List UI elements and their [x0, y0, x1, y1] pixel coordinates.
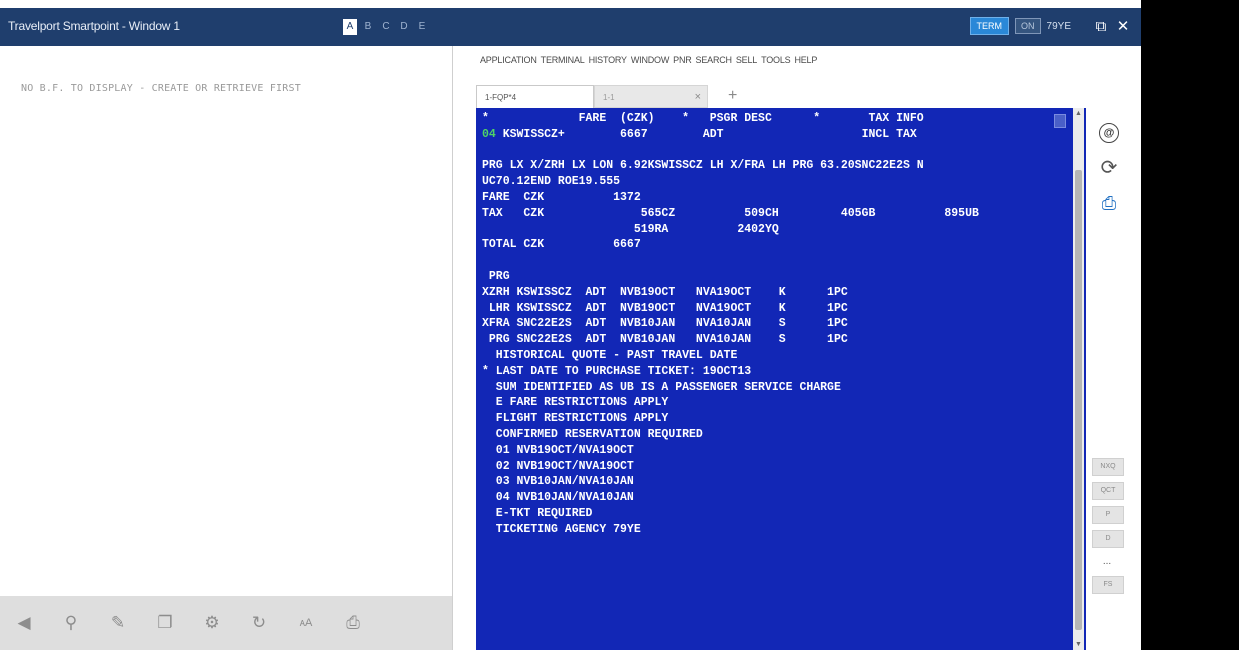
print-icon[interactable]: ⎙	[343, 613, 363, 633]
refresh-icon[interactable]: ↻	[249, 613, 269, 633]
window-title: Travelport Smartpoint - Window 1	[8, 19, 180, 33]
empty-booking-message: NO B.F. TO DISPLAY - CREATE OR RETRIEVE …	[21, 83, 301, 94]
print-icon[interactable]: ⎙	[1102, 193, 1116, 213]
send-icon[interactable]: ◀	[14, 613, 34, 633]
search-icon[interactable]: ⚲	[61, 613, 81, 633]
mode-dropdown[interactable]: TERM	[969, 17, 1010, 35]
terminal-line: * FARE (CZK) * PSGR DESC * TAX INFO	[482, 112, 924, 125]
workspace-tab-c[interactable]: C	[379, 19, 393, 35]
pencil-icon[interactable]: ✎	[108, 613, 128, 633]
terminal-line: FLIGHT RESTRICTIONS APPLY	[482, 412, 669, 426]
terminal-line: TICKETING AGENCY 79YE	[482, 522, 641, 536]
quick-button-qct[interactable]: QCT	[1092, 482, 1124, 500]
smartpoint-window: Travelport Smartpoint - Window 1 A B C D…	[0, 0, 1141, 650]
terminal-line: PRG LX X/ZRH LX LON 6.92KSWISSCZ LH X/FR…	[482, 159, 924, 173]
terminal-screen[interactable]: * FARE (CZK) * PSGR DESC * TAX INFO 04 KS…	[476, 108, 1086, 650]
at-sign-icon[interactable]: @	[1099, 123, 1119, 143]
menu-help[interactable]: HELP	[794, 55, 817, 65]
terminal-line: FARE CZK 1372	[482, 190, 641, 204]
title-bar: Travelport Smartpoint - Window 1 A B C D…	[0, 8, 1141, 46]
terminal-line: 04 NVB10JAN/NVA10JAN	[482, 491, 634, 505]
terminal-options-icon[interactable]	[1054, 114, 1066, 128]
workspace-tab-d[interactable]: D	[397, 19, 411, 35]
menu-history[interactable]: HISTORY	[589, 55, 627, 65]
terminal-line: UC70.12END ROE19.555	[482, 175, 621, 189]
terminal-line: E-TKT REQUIRED	[482, 506, 593, 520]
restore-window-icon[interactable]: ⧉	[1093, 18, 1109, 35]
quick-button-nxq[interactable]: NXQ	[1092, 458, 1124, 476]
terminal-line: 02 NVB19OCT/NVA19OCT	[482, 459, 634, 473]
quick-button-p[interactable]: P	[1092, 506, 1124, 524]
close-tab-icon[interactable]: ×	[695, 86, 701, 109]
scroll-up-icon[interactable]: ▲	[1073, 110, 1084, 117]
terminal-tab-2-label: 1-1	[603, 93, 615, 102]
mode-toggle[interactable]: ON	[1015, 18, 1041, 34]
booking-file-panel: NO B.F. TO DISPLAY - CREATE OR RETRIEVE …	[0, 46, 453, 650]
terminal-line: TOTAL CZK 6667	[482, 238, 641, 252]
quick-command-buttons: NXQ QCT P D ... FS	[1092, 458, 1124, 594]
terminal-line: SUM IDENTIFIED AS UB IS A PASSENGER SERV…	[482, 380, 841, 394]
terminal-line: HISTORICAL QUOTE - PAST TRAVEL DATE	[482, 348, 738, 362]
workspace-tab-e[interactable]: E	[415, 19, 429, 35]
terminal-line: LHR KSWISSCZ ADT NVB19OCT NVA19OCT K 1PC	[482, 301, 848, 315]
gear-icon[interactable]: ⚙	[202, 613, 222, 633]
terminal-line: XFRA SNC22E2S ADT NVB10JAN NVA10JAN S 1P…	[482, 317, 848, 331]
quick-button-d[interactable]: D	[1092, 530, 1124, 548]
menu-tools[interactable]: TOOLS	[761, 55, 791, 65]
terminal-line: 03 NVB10JAN/NVA10JAN	[482, 475, 634, 489]
menu-pnr[interactable]: PNR	[673, 55, 692, 65]
terminal-line: 519RA 2402YQ	[482, 222, 779, 236]
menu-search[interactable]: SEARCH	[696, 55, 733, 65]
menu-application[interactable]: APPLICATION	[480, 55, 537, 65]
terminal-tab-1[interactable]: 1-FQP*4	[476, 85, 594, 108]
menu-bar: APPLICATION TERMINAL HISTORY WINDOW PNR …	[480, 55, 817, 65]
title-bar-controls: TERM ON 79YE ⧉ ✕	[969, 17, 1131, 35]
terminal-line: PRG SNC22E2S ADT NVB10JAN NVA10JAN S 1PC	[482, 333, 848, 347]
workspace-tab-a[interactable]: A	[343, 19, 357, 35]
scroll-down-icon[interactable]: ▼	[1073, 641, 1084, 648]
scroll-thumb[interactable]	[1075, 170, 1082, 630]
terminal-output: * FARE (CZK) * PSGR DESC * TAX INFO 04 KS…	[482, 111, 979, 538]
side-tools: @ ⟳ ⎙	[1094, 123, 1124, 213]
terminal-tab-2[interactable]: 1-1 ×	[594, 85, 708, 108]
terminal-line: * LAST DATE TO PURCHASE TICKET: 19OCT13	[482, 364, 752, 378]
menu-window[interactable]: WINDOW	[631, 55, 669, 65]
terminal-line: TAX CZK 565CZ 509CH 405GB 895UB	[482, 206, 979, 220]
add-tab-icon[interactable]: +	[728, 85, 737, 106]
terminal-line: E FARE RESTRICTIONS APPLY	[482, 396, 669, 410]
refresh-icon[interactable]: ⟳	[1101, 158, 1118, 178]
terminal-scrollbar[interactable]: ▲ ▼	[1073, 108, 1084, 650]
font-size-icon[interactable]: ᴀA	[296, 617, 316, 629]
menu-terminal[interactable]: TERMINAL	[541, 55, 585, 65]
terminal-tabs: 1-FQP*4 1-1 × +	[476, 85, 1076, 108]
terminal-line: XZRH KSWISSCZ ADT NVB19OCT NVA19OCT K 1P…	[482, 285, 848, 299]
workspace-tabs: A B C D E	[343, 19, 429, 35]
pcc-label: 79YE	[1046, 20, 1071, 32]
terminal-line: 04 KSWISSCZ+ 6667 ADT INCL TAX	[482, 127, 917, 141]
terminal-line: 01 NVB19OCT/NVA19OCT	[482, 443, 634, 457]
quick-button-fs[interactable]: FS	[1092, 576, 1124, 594]
copy-icon[interactable]: ❐	[155, 613, 175, 633]
terminal-line: CONFIRMED RESERVATION REQUIRED	[482, 427, 703, 441]
more-buttons-icon[interactable]: ...	[1092, 554, 1122, 570]
left-toolbar: ◀ ⚲ ✎ ❐ ⚙ ↻ ᴀA ⎙	[0, 596, 452, 650]
menu-sell[interactable]: SELL	[736, 55, 757, 65]
highlighted-text: 04	[482, 127, 496, 141]
close-window-icon[interactable]: ✕	[1115, 17, 1131, 35]
terminal-line: PRG	[482, 269, 510, 283]
workspace-tab-b[interactable]: B	[361, 19, 375, 35]
